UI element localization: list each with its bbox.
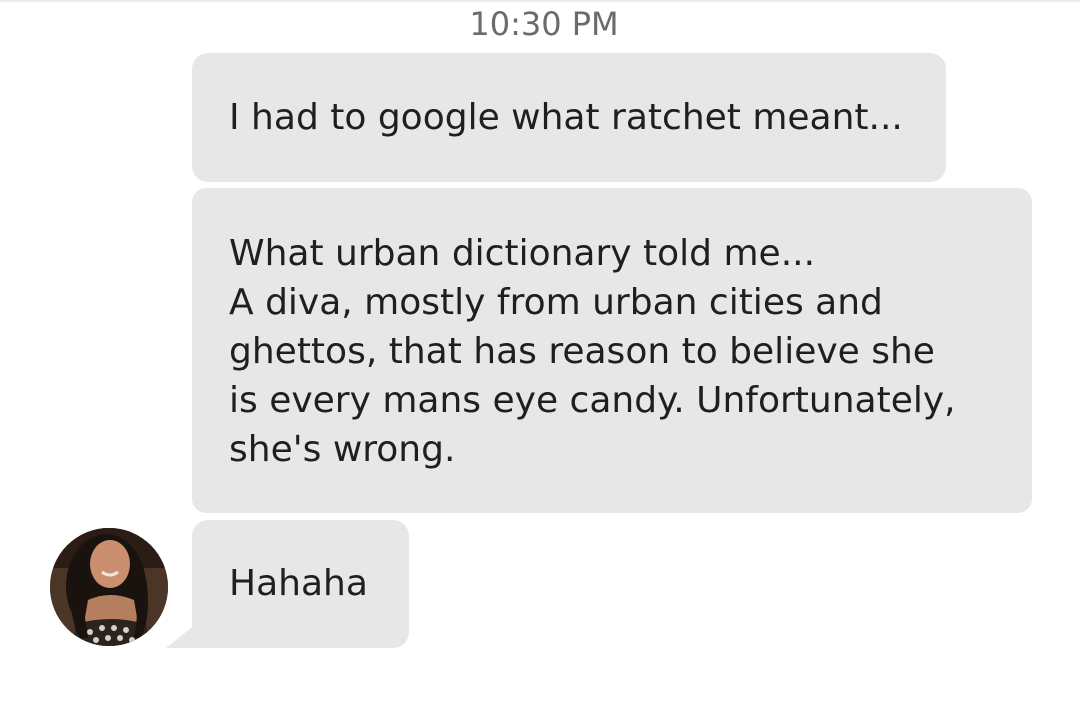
contact-avatar[interactable] <box>50 528 168 646</box>
message-bubble-outgoing[interactable]: What urban dictionary told me... A diva,… <box>192 188 1032 513</box>
message-bubble-incoming[interactable]: Hahaha <box>192 520 409 648</box>
chat-thread: 10:30 PM I had to google what ratchet me… <box>0 0 1080 707</box>
message-timestamp: 10:30 PM <box>469 5 619 43</box>
avatar-photo <box>50 528 168 646</box>
divider <box>0 0 1080 2</box>
message-bubble-outgoing[interactable]: I had to google what ratchet meant... <box>192 53 946 182</box>
